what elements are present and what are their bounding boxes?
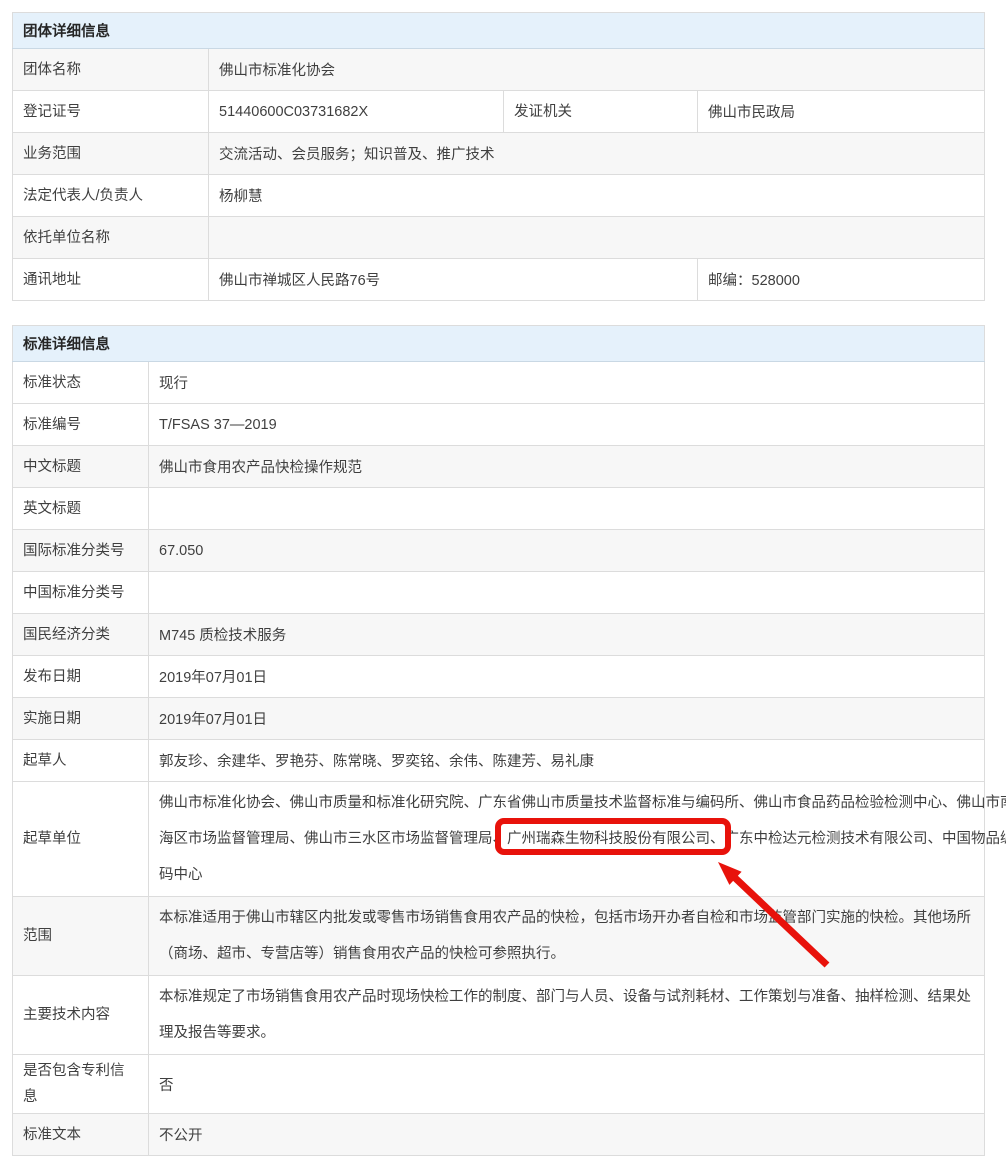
group-table-header: 团体详细信息	[13, 13, 985, 49]
row-value: 现行	[149, 362, 985, 404]
row-value: T/FSAS 37—2019	[149, 404, 985, 446]
row-label: 中文标题	[13, 446, 149, 488]
row-value: 交流活动、会员服务；知识普及、推广技术	[209, 133, 985, 175]
table-row: 团体名称 佛山市标准化协会	[13, 49, 985, 91]
row-value: 佛山市民政局	[698, 91, 985, 133]
row-label: 法定代表人/负责人	[13, 175, 209, 217]
table-row: 标准编号 T/FSAS 37—2019	[13, 404, 985, 446]
table-row: 依托单位名称	[13, 217, 985, 259]
table-row: 标准文本 不公开	[13, 1114, 985, 1156]
row-value: 否	[149, 1055, 985, 1114]
table-row: 法定代表人/负责人 杨柳慧	[13, 175, 985, 217]
row-label: 业务范围	[13, 133, 209, 175]
row-label: 中国标准分类号	[13, 572, 149, 614]
postal-code-value: 邮编：528000	[698, 259, 985, 301]
row-value: 67.050	[149, 530, 985, 572]
row-label: 标准文本	[13, 1114, 149, 1156]
table-row: 标准状态 现行	[13, 362, 985, 404]
drafting-units-cell: 佛山市标准化协会、佛山市质量和标准化研究院、广东省佛山市质量技术监督标准与编码所…	[149, 782, 985, 897]
row-value	[149, 488, 985, 530]
row-label: 登记证号	[13, 91, 209, 133]
drafting-units-line3: 码中心	[159, 857, 974, 893]
row-label: 起草人	[13, 740, 149, 782]
table-row: 是否包含专利信息 否	[13, 1055, 985, 1114]
row-label: 通讯地址	[13, 259, 209, 301]
row-value: 2019年07月01日	[149, 656, 985, 698]
row-label: 实施日期	[13, 698, 149, 740]
table-row: 主要技术内容 本标准规定了市场销售食用农产品时现场快检工作的制度、部门与人员、设…	[13, 976, 985, 1055]
standard-info-table: 标准详细信息 标准状态 现行 标准编号 T/FSAS 37—2019 中文标题 …	[12, 325, 985, 1156]
drafting-units-line1: 佛山市标准化协会、佛山市质量和标准化研究院、广东省佛山市质量技术监督标准与编码所…	[159, 785, 974, 821]
table-row: 英文标题	[13, 488, 985, 530]
row-value: 佛山市食用农产品快检操作规范	[149, 446, 985, 488]
highlighted-company-text: 广州瑞森生物科技股份有限公司、	[507, 831, 725, 847]
table-row: 范围 本标准适用于佛山市辖区内批发或零售市场销售食用农产品的快检，包括市场开办者…	[13, 897, 985, 976]
table-row: 起草人 郭友珍、余建华、罗艳芬、陈常晓、罗奕铭、余伟、陈建芳、易礼康	[13, 740, 985, 782]
row-value: 51440600C03731682X	[209, 91, 504, 133]
row-value: 郭友珍、余建华、罗艳芬、陈常晓、罗奕铭、余伟、陈建芳、易礼康	[149, 740, 985, 782]
table-row: 中文标题 佛山市食用农产品快检操作规范	[13, 446, 985, 488]
table-row: 国际标准分类号 67.050	[13, 530, 985, 572]
row-value: 杨柳慧	[209, 175, 985, 217]
group-table-title: 团体详细信息	[13, 13, 985, 49]
row-label: 范围	[13, 897, 149, 976]
row-label: 国民经济分类	[13, 614, 149, 656]
standard-detail-page: 团体详细信息 团体名称 佛山市标准化协会 登记证号 51440600C03731…	[0, 0, 1006, 1172]
row-value: M745 质检技术服务	[149, 614, 985, 656]
row-value: 本标准规定了市场销售食用农产品时现场快检工作的制度、部门与人员、设备与试剂耗材、…	[149, 976, 985, 1055]
line2-pre-text: 海区市场监督管理局、佛山市三水区市场监督管理局、	[159, 831, 507, 847]
row-value: 2019年07月01日	[149, 698, 985, 740]
row-value: 佛山市标准化协会	[209, 49, 985, 91]
table-row: 通讯地址 佛山市禅城区人民路76号 邮编：528000	[13, 259, 985, 301]
standard-table-header: 标准详细信息	[13, 326, 985, 362]
row-label: 起草单位	[13, 782, 149, 897]
row-label: 是否包含专利信息	[13, 1055, 149, 1114]
standard-table-title: 标准详细信息	[13, 326, 985, 362]
line2-post-text: 广东中检达元检测技术有限公司、中国物品编	[725, 831, 1006, 847]
table-row: 发布日期 2019年07月01日	[13, 656, 985, 698]
annotation-highlight-box: 广州瑞森生物科技股份有限公司、	[507, 831, 725, 847]
row-value	[209, 217, 985, 259]
row-label: 发证机关	[504, 91, 698, 133]
group-info-table: 团体详细信息 团体名称 佛山市标准化协会 登记证号 51440600C03731…	[12, 12, 985, 301]
row-label: 主要技术内容	[13, 976, 149, 1055]
row-value: 佛山市禅城区人民路76号	[209, 259, 698, 301]
row-value	[149, 572, 985, 614]
table-row: 中国标准分类号	[13, 572, 985, 614]
table-row-drafting-units: 起草单位 佛山市标准化协会、佛山市质量和标准化研究院、广东省佛山市质量技术监督标…	[13, 782, 985, 897]
drafting-units-line2: 海区市场监督管理局、佛山市三水区市场监督管理局、广州瑞森生物科技股份有限公司、广…	[159, 821, 974, 857]
table-row: 实施日期 2019年07月01日	[13, 698, 985, 740]
row-label: 团体名称	[13, 49, 209, 91]
row-label: 标准状态	[13, 362, 149, 404]
row-value: 本标准适用于佛山市辖区内批发或零售市场销售食用农产品的快检，包括市场开办者自检和…	[149, 897, 985, 976]
row-label: 英文标题	[13, 488, 149, 530]
row-label: 国际标准分类号	[13, 530, 149, 572]
table-row: 国民经济分类 M745 质检技术服务	[13, 614, 985, 656]
table-row: 登记证号 51440600C03731682X 发证机关 佛山市民政局	[13, 91, 985, 133]
row-value: 不公开	[149, 1114, 985, 1156]
row-label: 标准编号	[13, 404, 149, 446]
row-label: 发布日期	[13, 656, 149, 698]
row-label: 依托单位名称	[13, 217, 209, 259]
table-row: 业务范围 交流活动、会员服务；知识普及、推广技术	[13, 133, 985, 175]
